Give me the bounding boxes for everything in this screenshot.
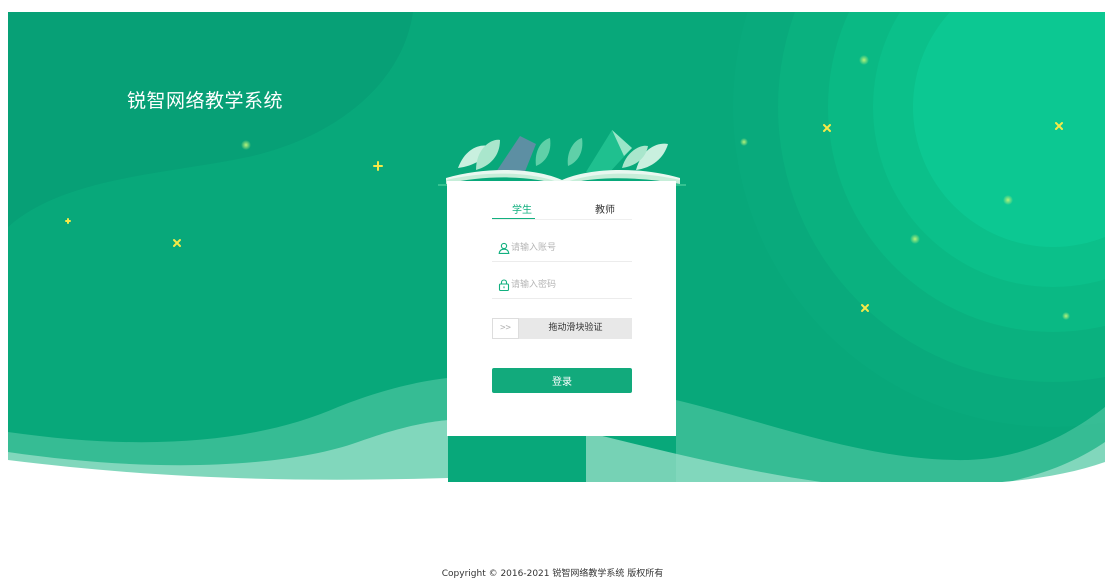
copyright-text: Copyright © 2016-2021 锐智网络教学系统 版权所有 xyxy=(441,569,664,579)
lock-icon xyxy=(498,279,510,291)
open-book-icon xyxy=(438,130,686,186)
user-icon xyxy=(498,242,510,254)
tab-student[interactable]: 学生 xyxy=(512,201,532,216)
page: 锐智网络教学系统 学生 教师 请输入账号 >> 拖动滑块验证 登录 Copyri… xyxy=(0,0,1105,582)
tab-divider xyxy=(492,219,632,220)
slider-captcha: >> 拖动滑块验证 xyxy=(492,318,632,339)
slider-handle[interactable]: >> xyxy=(492,318,519,339)
role-tabs: 学生 教师 xyxy=(492,201,632,220)
account-input[interactable] xyxy=(511,240,629,256)
account-field xyxy=(492,239,632,262)
tab-teacher[interactable]: 教师 xyxy=(595,201,615,216)
login-card: 学生 教师 >> 拖动滑块验证 登录 xyxy=(447,181,676,436)
login-button[interactable]: 登录 xyxy=(492,368,632,393)
slider-label: 拖动滑块验证 xyxy=(548,323,603,333)
password-input[interactable] xyxy=(511,277,629,293)
password-field xyxy=(492,276,632,299)
system-title: 锐智网络教学系统 xyxy=(127,90,284,112)
